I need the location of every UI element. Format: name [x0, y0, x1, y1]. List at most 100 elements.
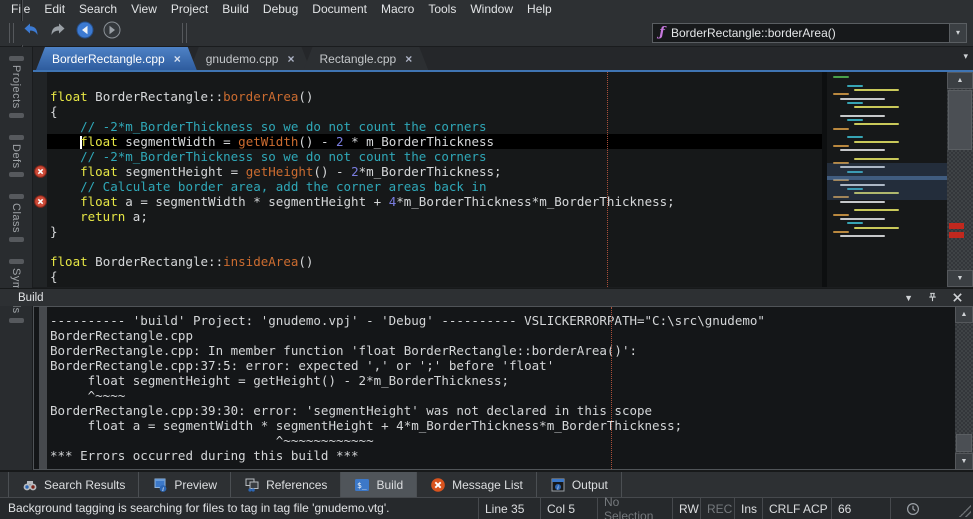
combo-dropdown-button[interactable]: ▾ [949, 24, 966, 42]
build-output-line[interactable]: BorderRectangle.cpp:37:5: error: expecte… [50, 358, 955, 373]
code-line[interactable]: // -2*m_BorderThickness so we do not cou… [47, 119, 822, 134]
scroll-down-icon[interactable]: ▼ [947, 270, 973, 287]
code-line[interactable]: float segmentWidth = getWidth() - 2 * m_… [47, 134, 822, 149]
editor-tab-borderrectangle-cpp[interactable]: BorderRectangle.cpp× [36, 47, 197, 70]
sidebar-tab-defs[interactable]: Defs [9, 131, 24, 182]
code-line[interactable]: float segmentHeight = getHeight() - 2*m_… [47, 164, 822, 179]
code-line[interactable]: float BorderRectangle::insideArea() [47, 254, 822, 269]
output-tab-output[interactable]: iOutput [536, 472, 622, 497]
status-alarm-cell[interactable] [890, 498, 935, 519]
minimap-line [833, 231, 849, 233]
sidebar-tab-projects[interactable]: Projects [9, 52, 24, 122]
pin-icon[interactable] [927, 292, 938, 303]
build-output-line[interactable]: ^~~~~ [50, 388, 955, 403]
build-output-line[interactable]: float segmentHeight = getHeight() - 2*m_… [50, 373, 955, 388]
output-tab-label: Preview [174, 478, 217, 492]
code-line[interactable]: } [47, 224, 822, 239]
minimap[interactable] [827, 72, 947, 287]
sidebar-tab-class[interactable]: Class [9, 190, 24, 246]
code-line[interactable]: { [47, 269, 822, 284]
code-line[interactable]: // Calculate border area, add the corner… [47, 179, 822, 194]
minimap-line [854, 89, 899, 91]
menu-tools[interactable]: Tools [421, 0, 463, 19]
tab-label: Rectangle.cpp [320, 52, 397, 66]
close-icon[interactable] [952, 292, 963, 303]
symbol-combobox[interactable]: ƒ BorderRectangle::borderArea() ▾ [652, 23, 967, 43]
panel-menu-chevron-icon[interactable]: ▼ [904, 293, 913, 303]
redo-button[interactable] [44, 21, 71, 45]
menu-help[interactable]: Help [520, 0, 559, 19]
tab-close-icon[interactable]: × [287, 53, 294, 65]
tab-close-icon[interactable]: × [174, 53, 181, 65]
output-tab-label: References [266, 478, 327, 492]
build-output-line[interactable]: BorderRectangle.cpp [50, 328, 955, 343]
build-output-line[interactable]: BorderRectangle.cpp:39:30: error: 'segme… [50, 403, 955, 418]
scroll-up-icon[interactable]: ▲ [955, 306, 973, 323]
status-cell-col-5[interactable]: Col 5 [540, 498, 597, 519]
code-line[interactable]: { [47, 104, 822, 119]
menu-document[interactable]: Document [305, 0, 374, 19]
tab-label: gnudemo.cpp [206, 52, 279, 66]
menu-macro[interactable]: Macro [374, 0, 421, 19]
output-tab-message-list[interactable]: Message List [416, 472, 536, 497]
forward-icon [102, 20, 122, 45]
build-output-line[interactable]: *** Errors occurred during this build **… [50, 448, 955, 463]
toolbar-grip[interactable] [9, 23, 14, 43]
output-tab-build[interactable]: $_Build [340, 472, 416, 497]
code-line[interactable]: float a = segmentWidth * segmentHeight +… [47, 194, 822, 209]
editor-scrollbar[interactable]: ▲ ▼ [947, 72, 973, 287]
status-cell-rw[interactable]: RW [672, 498, 700, 519]
code-text-area[interactable]: float BorderRectangle::borderArea(){ // … [47, 72, 822, 287]
build-scroll-thumb[interactable] [956, 434, 972, 452]
back-button[interactable] [71, 21, 98, 45]
code-line[interactable] [47, 239, 822, 254]
resize-grip-icon[interactable] [959, 505, 971, 517]
minimap-line [847, 102, 863, 104]
menu-window[interactable]: Window [463, 0, 520, 19]
editor-scroll-thumb[interactable] [948, 90, 972, 150]
code-line[interactable]: float BorderRectangle::borderArea() [47, 89, 822, 104]
code-line[interactable]: return a; [47, 209, 822, 224]
scroll-down-icon[interactable]: ▼ [955, 453, 973, 470]
build-output-line[interactable]: BorderRectangle.cpp: In member function … [50, 343, 955, 358]
references-windows-icon [244, 477, 260, 493]
scroll-up-icon[interactable]: ▲ [947, 72, 973, 89]
clock-icon [906, 502, 920, 516]
output-tab-references[interactable]: References [230, 472, 340, 497]
build-output[interactable]: ---------- 'build' Project: 'gnudemo.vpj… [33, 306, 955, 470]
editor-tab-gnudemo-cpp[interactable]: gnudemo.cpp × [190, 47, 311, 70]
status-cell-line-35[interactable]: Line 35 [478, 498, 540, 519]
redo-icon [48, 20, 68, 45]
output-tab-search-results[interactable]: Search Results [8, 472, 138, 497]
status-cell-rec[interactable]: REC [700, 498, 734, 519]
build-output-line[interactable]: ^~~~~~~~~~~~~ [50, 433, 955, 448]
minimap-viewport[interactable] [827, 163, 947, 200]
status-cell-ins[interactable]: Ins [734, 498, 762, 519]
status-cell-crlf-acp[interactable]: CRLF ACP [762, 498, 831, 519]
tab-close-icon[interactable]: × [405, 53, 412, 65]
status-cell-66[interactable]: 66 [831, 498, 890, 519]
editor-tab-bar: BorderRectangle.cpp×gnudemo.cpp×Rectangl… [33, 47, 973, 70]
editor-tab-rectangle-cpp[interactable]: Rectangle.cpp × [304, 47, 429, 70]
build-output-line[interactable]: ---------- 'build' Project: 'gnudemo.vpj… [50, 313, 955, 328]
minimap-line [847, 119, 863, 121]
minimap-line [840, 201, 885, 203]
code-line[interactable]: // -2*m_BorderThickness so we do not cou… [47, 149, 822, 164]
status-cell-no-selection[interactable]: No Selection [597, 498, 672, 519]
output-tab-preview[interactable]: i Preview [138, 472, 230, 497]
menu-debug[interactable]: Debug [256, 0, 305, 19]
build-scrollbar[interactable]: ▲ ▼ [955, 306, 973, 470]
minimap-line [840, 98, 885, 100]
code-editor[interactable]: float BorderRectangle::borderArea(){ // … [33, 72, 973, 287]
undo-button[interactable] [17, 21, 44, 45]
forward-button[interactable] [98, 21, 125, 45]
combo-toolbar-grip[interactable] [182, 23, 187, 43]
tab-list-chevron-icon[interactable]: ▾ [963, 51, 968, 62]
function-icon: ƒ [653, 25, 671, 40]
minimap-line [833, 93, 849, 95]
preview-window-icon: i [152, 477, 168, 493]
menu-build[interactable]: Build [215, 0, 256, 19]
tab-grip-icon [9, 135, 24, 140]
minimap-line [833, 145, 849, 147]
build-output-line[interactable]: float a = segmentWidth * segmentHeight +… [50, 418, 955, 433]
